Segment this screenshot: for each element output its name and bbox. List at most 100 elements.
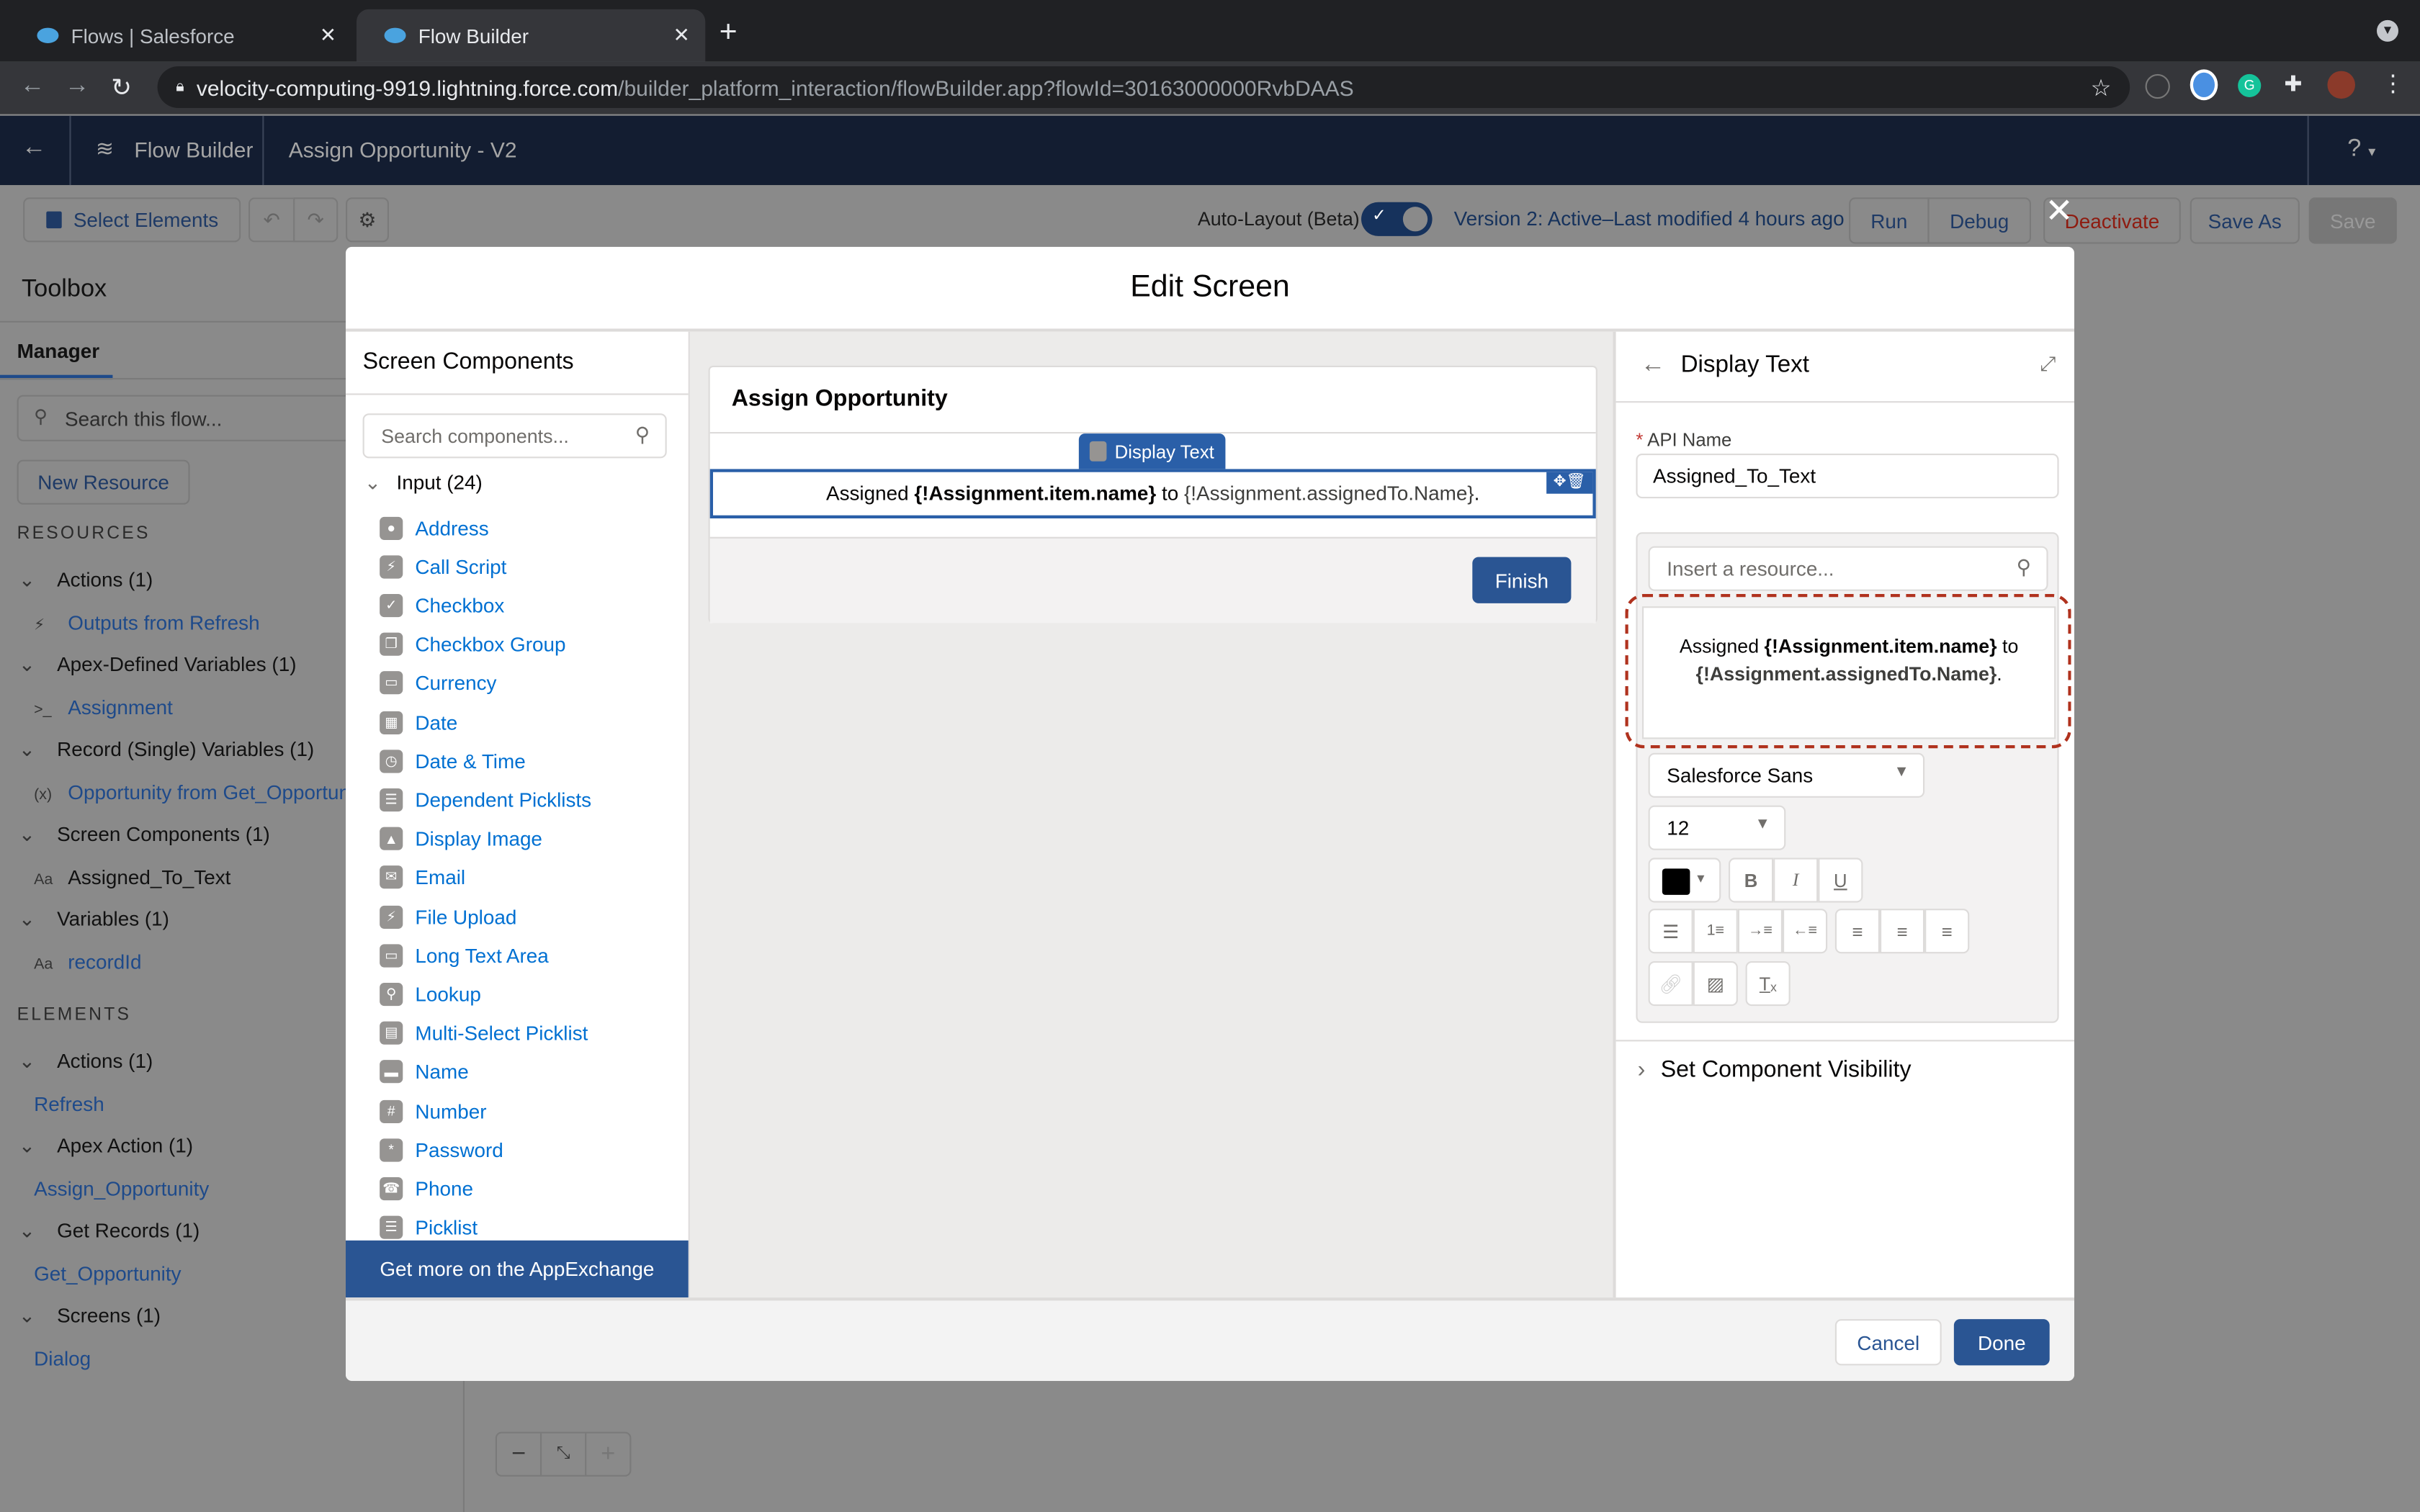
delete-icon[interactable]: 🗑︎ xyxy=(1567,474,1586,491)
settings-gear-button[interactable]: ⚙ xyxy=(346,197,389,243)
api-name-input[interactable]: Assigned_To_Text xyxy=(1636,454,2059,499)
extension-search-icon[interactable] xyxy=(2190,69,2218,101)
address-bar[interactable]: 🔒︎ velocity-computing-9919.lightning.for… xyxy=(157,66,2130,108)
tab-manager[interactable]: Manager xyxy=(17,339,100,362)
clear-formatting-button[interactable]: T̲ₓ xyxy=(1745,961,1791,1007)
numbered-list-button[interactable]: 1≡ xyxy=(1693,909,1738,954)
component-item[interactable]: ▭ Long Text Area xyxy=(380,938,549,972)
appexchange-link[interactable]: Get more on the AppExchange xyxy=(346,1240,689,1298)
component-item[interactable]: ✓ Checkbox xyxy=(380,588,504,622)
bulleted-list-button[interactable]: ☰ xyxy=(1648,909,1693,954)
component-item[interactable]: ▲ Display Image xyxy=(380,822,542,855)
component-item[interactable]: ☰ Dependent Picklists xyxy=(380,783,591,816)
element-group-toggle[interactable]: ⌄ Actions (1) xyxy=(19,1049,153,1074)
element-item[interactable]: Get_Opportunity xyxy=(34,1262,181,1285)
undo-button[interactable]: ↶ xyxy=(248,197,294,243)
component-item[interactable]: # Number xyxy=(380,1094,487,1128)
tab-search-icon[interactable]: ▼ xyxy=(2377,19,2398,42)
close-tab-icon[interactable]: ✕ xyxy=(320,23,336,48)
save-button[interactable]: Save xyxy=(2308,197,2397,244)
resource-group-toggle[interactable]: ⌄ Screen Components (1) xyxy=(19,822,270,847)
zoom-in-button[interactable]: + xyxy=(586,1434,629,1475)
element-group-toggle[interactable]: ⌄ Get Records (1) xyxy=(19,1219,200,1243)
back-icon[interactable]: ← xyxy=(20,73,45,101)
component-item[interactable]: ⚡ Call Script xyxy=(380,549,506,583)
display-text-component[interactable]: Assigned {!Assignment.item.name} to {!As… xyxy=(709,469,1596,518)
extensions-puzzle-icon[interactable]: ✚ xyxy=(2284,71,2302,97)
new-resource-button[interactable]: New Resource xyxy=(17,459,190,505)
component-item[interactable]: ⚲ Lookup xyxy=(380,977,481,1011)
browser-tab-active[interactable]: Flow Builder ✕ xyxy=(356,9,706,62)
component-item[interactable]: ▦ Date xyxy=(380,705,457,739)
merge-field: {!Assignment.assignedTo.Name} xyxy=(1184,481,1474,505)
browser-tab[interactable]: Flows | Salesforce ✕ xyxy=(9,9,352,62)
text-color-picker[interactable]: ▼ xyxy=(1648,858,1721,903)
resource-group-toggle[interactable]: ⌄ Actions (1) xyxy=(19,568,153,593)
component-item[interactable]: ⚡ File Upload xyxy=(380,899,516,933)
resource-group-toggle[interactable]: ⌄ Apex-Defined Variables (1) xyxy=(19,652,297,677)
font-family-select[interactable]: Salesforce Sans ▼ xyxy=(1648,752,1925,798)
redo-button[interactable]: ↷ xyxy=(293,197,339,243)
resource-group-toggle[interactable]: ⌄ Record (Single) Variables (1) xyxy=(19,737,315,762)
help-menu-button[interactable]: ? ▼ xyxy=(2347,136,2378,164)
outdent-button[interactable]: ←≡ xyxy=(1783,909,1828,954)
run-button[interactable]: Run xyxy=(1849,197,1930,244)
grammarly-icon[interactable]: G xyxy=(2238,73,2262,97)
component-item[interactable]: ▤ Multi-Select Picklist xyxy=(380,1016,588,1050)
finish-button[interactable]: Finish xyxy=(1472,557,1572,603)
component-item[interactable]: * Password xyxy=(380,1133,503,1166)
component-item[interactable]: ☰ Picklist xyxy=(380,1210,478,1244)
insert-resource-input[interactable]: Insert a resource... ⚲ xyxy=(1648,546,2048,591)
component-item[interactable]: ● Address xyxy=(380,510,489,544)
close-tab-icon[interactable]: ✕ xyxy=(673,23,689,48)
component-item[interactable]: ❐ Checkbox Group xyxy=(380,627,565,661)
search-components-input[interactable]: Search components... ⚲ xyxy=(362,413,667,459)
save-as-button[interactable]: Save As xyxy=(2190,197,2300,244)
done-button[interactable]: Done xyxy=(1953,1319,2050,1366)
extension-info-icon[interactable] xyxy=(2145,73,2170,99)
expand-icon[interactable]: ⤢ xyxy=(2040,352,2056,377)
resources-heading: RESOURCES xyxy=(17,524,151,544)
component-item[interactable]: ☎ Phone xyxy=(380,1171,473,1205)
bold-button[interactable]: B xyxy=(1729,858,1774,903)
component-item[interactable]: ▬ Name xyxy=(380,1055,469,1089)
screen-title: Assign Opportunity xyxy=(731,385,948,413)
browser-menu-icon[interactable]: ⋮ xyxy=(2381,69,2404,97)
component-item[interactable]: ✉ Email xyxy=(380,860,465,894)
align-center-button[interactable]: ≡ xyxy=(1880,909,1925,954)
select-elements-button[interactable]: Select Elements xyxy=(23,197,241,243)
auto-layout-toggle[interactable]: ✓ xyxy=(1361,202,1433,236)
link-button[interactable]: 🔗︎ xyxy=(1648,961,1693,1007)
modal-close-button[interactable]: ✕ xyxy=(2045,192,2074,232)
fit-to-view-button[interactable]: ⤡ xyxy=(542,1433,587,1475)
indent-button[interactable]: →≡ xyxy=(1737,909,1783,954)
align-left-button[interactable]: ≡ xyxy=(1834,909,1880,954)
input-group-toggle[interactable]: ⌄ Input (24) xyxy=(364,471,483,495)
underline-button[interactable]: U xyxy=(1818,858,1863,903)
component-item[interactable]: ▭ Currency xyxy=(380,666,496,700)
font-size-select[interactable]: 12 ▼ xyxy=(1648,805,1786,850)
insert-image-button[interactable]: ▨ xyxy=(1693,961,1738,1007)
debug-button[interactable]: Debug xyxy=(1927,197,2031,244)
move-icon[interactable]: ✥ xyxy=(1554,474,1567,491)
bookmark-star-icon[interactable]: ☆ xyxy=(2091,73,2112,101)
forward-icon[interactable]: → xyxy=(65,73,89,101)
element-item[interactable]: Refresh xyxy=(34,1092,104,1115)
component-visibility-toggle[interactable]: › Set Component Visibility xyxy=(1638,1057,1912,1083)
align-right-button[interactable]: ≡ xyxy=(1924,909,1970,954)
reload-icon[interactable]: ↻ xyxy=(111,73,132,104)
profile-avatar[interactable] xyxy=(2327,71,2355,99)
cancel-button[interactable]: Cancel xyxy=(1834,1319,1942,1366)
zoom-out-button[interactable]: − xyxy=(497,1433,542,1475)
new-tab-button[interactable]: + xyxy=(720,15,738,50)
element-group-toggle[interactable]: ⌄ Screens (1) xyxy=(19,1304,161,1328)
element-item[interactable]: Assign_Opportunity xyxy=(34,1177,209,1200)
element-item[interactable]: Dialog xyxy=(34,1347,91,1370)
italic-button[interactable]: I xyxy=(1773,858,1819,903)
back-arrow-icon[interactable]: ← xyxy=(1641,352,1665,380)
resource-group-toggle[interactable]: ⌄ Variables (1) xyxy=(19,907,169,932)
element-group-toggle[interactable]: ⌄ Apex Action (1) xyxy=(19,1134,193,1158)
back-to-flows-button[interactable]: ← xyxy=(22,134,46,162)
display-text-tag[interactable]: Display Text xyxy=(1078,433,1226,469)
component-item[interactable]: ◷ Date & Time xyxy=(380,744,526,778)
